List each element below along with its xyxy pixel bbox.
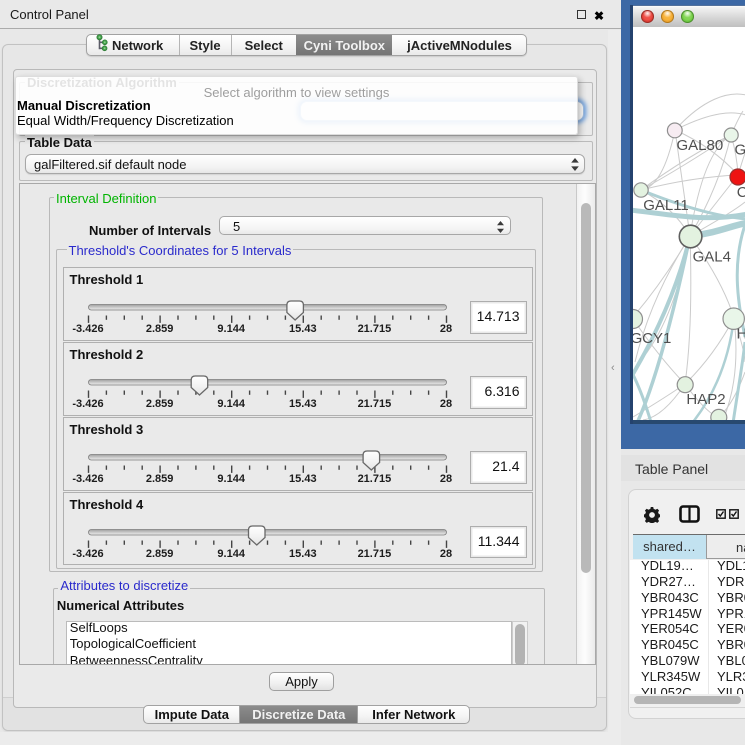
svg-text:HAP2: HAP2 bbox=[686, 391, 725, 408]
svg-text:GAL11: GAL11 bbox=[643, 197, 689, 214]
svg-text:GCY1: GCY1 bbox=[633, 330, 671, 347]
svg-text:C: C bbox=[737, 184, 745, 201]
svg-text:GA: GA bbox=[735, 141, 745, 158]
svg-text:H: H bbox=[737, 326, 745, 343]
svg-text:GAL80: GAL80 bbox=[677, 137, 724, 154]
svg-text:GAL4: GAL4 bbox=[693, 249, 731, 266]
